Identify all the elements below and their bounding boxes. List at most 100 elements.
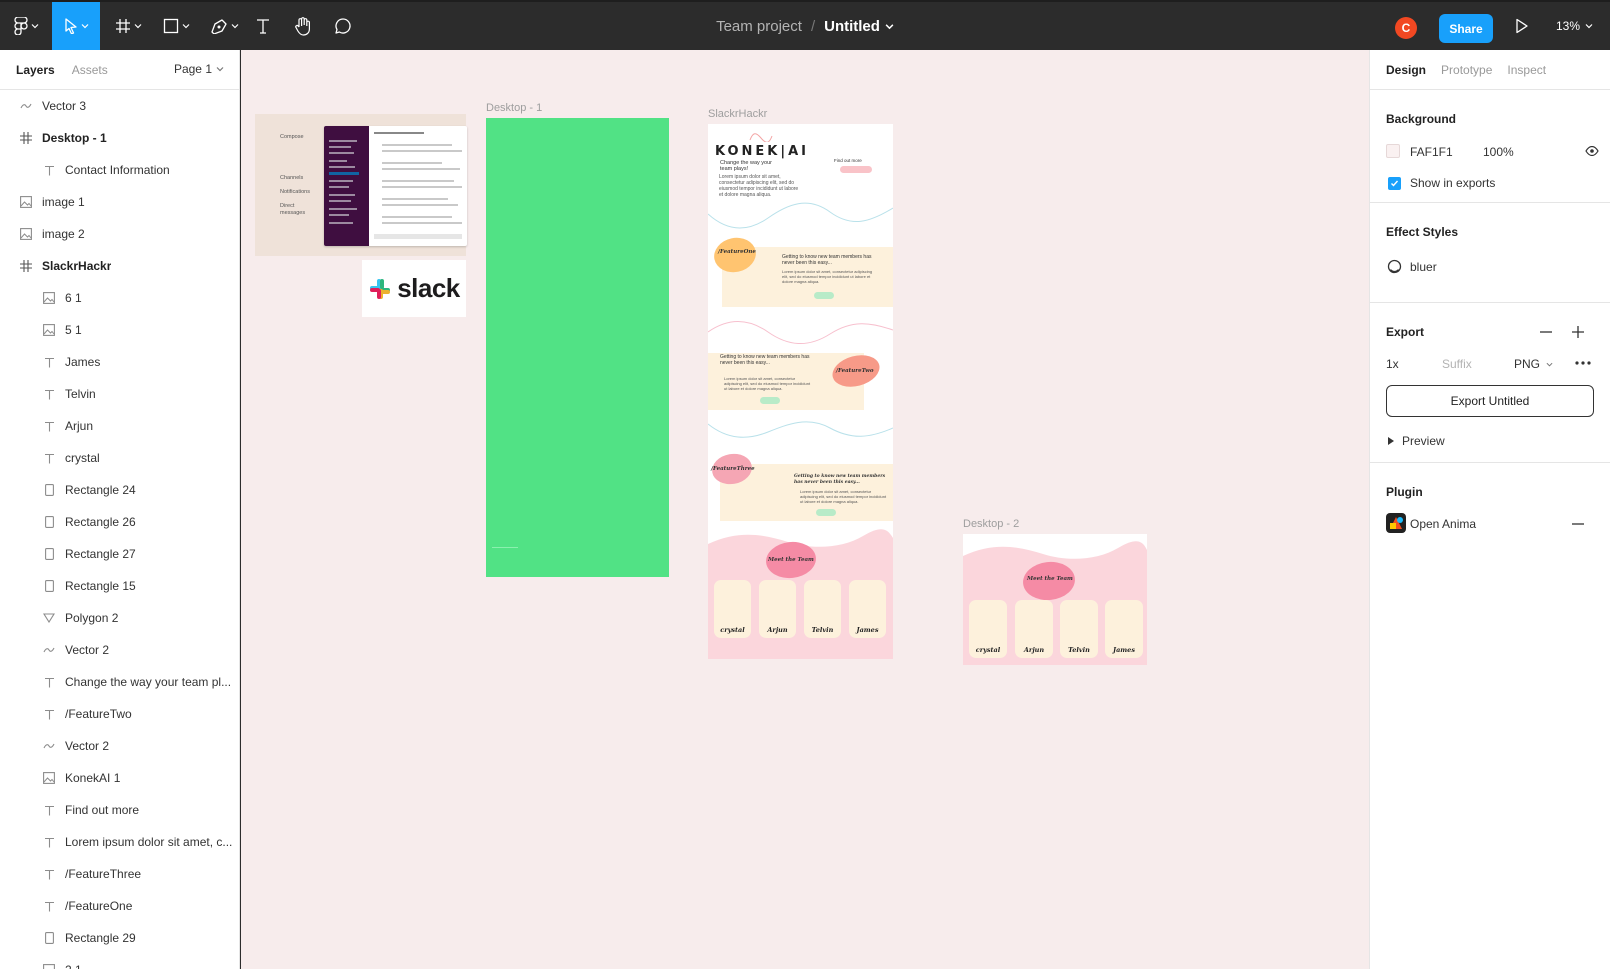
- rectangle-icon: [41, 514, 57, 530]
- show-in-exports-checkbox[interactable]: [1388, 177, 1401, 190]
- background-color-swatch[interactable]: [1386, 144, 1400, 158]
- layer-name: Change the way your team pl...: [65, 675, 232, 689]
- present-button[interactable]: [1515, 18, 1529, 37]
- layer-name: Telvin: [65, 387, 96, 401]
- move-tool-button[interactable]: [52, 2, 100, 50]
- frame-tool-button[interactable]: [108, 2, 148, 50]
- frame-desktop-2[interactable]: Meet the Team crystal Arjun Telvin James: [963, 534, 1147, 665]
- layer-name: image 1: [42, 195, 85, 209]
- tab-prototype[interactable]: Prototype: [1441, 63, 1492, 77]
- feature-three-lorem: Lorem ipsum dolor sit amet, consectetur …: [800, 489, 887, 504]
- polygon-icon: [41, 610, 57, 626]
- background-opacity-input[interactable]: 100%: [1483, 145, 1514, 159]
- rectangle-icon: [41, 578, 57, 594]
- layer-row[interactable]: crystal: [0, 442, 239, 474]
- frame-desktop-1[interactable]: [486, 118, 669, 577]
- layer-row[interactable]: 2 1: [0, 954, 239, 969]
- layer-row[interactable]: KonekAI 1: [0, 762, 239, 794]
- shape-tool-button[interactable]: [156, 2, 196, 50]
- zoom-menu[interactable]: 13%: [1556, 2, 1593, 50]
- minus-icon[interactable]: [1572, 523, 1584, 525]
- plugin-section: Plugin Open Anima: [1370, 463, 1610, 543]
- export-title: Export: [1386, 325, 1425, 339]
- layer-row[interactable]: Telvin: [0, 378, 239, 410]
- frame-slackrhackr[interactable]: KONEK|AI Change the way your team plays!…: [708, 124, 893, 659]
- layer-row[interactable]: /FeatureThree: [0, 858, 239, 890]
- layer-row[interactable]: 5 1: [0, 314, 239, 346]
- layers-panel: Layers Assets Page 1 Vector 3 Desktop - 1…: [0, 50, 240, 969]
- layer-name: Vector 2: [65, 643, 110, 657]
- share-button[interactable]: Share: [1439, 14, 1493, 43]
- plugin-open-anima[interactable]: Open Anima: [1410, 517, 1476, 531]
- layer-row[interactable]: Rectangle 29: [0, 922, 239, 954]
- layer-row[interactable]: 6 1: [0, 282, 239, 314]
- layer-row[interactable]: Find out more: [0, 794, 239, 826]
- plus-icon[interactable]: [1572, 326, 1584, 338]
- comment-tool-button[interactable]: [330, 2, 356, 50]
- layer-row[interactable]: Vector 2: [0, 730, 239, 762]
- tab-design[interactable]: Design: [1386, 63, 1426, 77]
- play-icon: [1516, 18, 1528, 34]
- tab-layers[interactable]: Layers: [16, 63, 55, 77]
- layer-row[interactable]: image 2: [0, 218, 239, 250]
- background-hex-input[interactable]: FAF1F1: [1410, 145, 1453, 159]
- breadcrumb-file-name[interactable]: Untitled: [824, 18, 880, 35]
- layer-row[interactable]: Contact Information: [0, 154, 239, 186]
- frame-label-desktop-2[interactable]: Desktop - 2: [963, 518, 1019, 530]
- rectangle-icon: [41, 546, 57, 562]
- team-card-telvin: Telvin: [1060, 600, 1098, 658]
- page-selector[interactable]: Page 1: [174, 62, 224, 76]
- main-menu-button[interactable]: [6, 2, 46, 50]
- effect-style-bluer[interactable]: bluer: [1410, 260, 1437, 274]
- tab-assets[interactable]: Assets: [72, 63, 108, 77]
- export-format-select[interactable]: PNG: [1514, 357, 1553, 371]
- frame-label-desktop-1[interactable]: Desktop - 1: [486, 102, 542, 114]
- layer-row[interactable]: Rectangle 27: [0, 538, 239, 570]
- layer-row[interactable]: Rectangle 24: [0, 474, 239, 506]
- frame-label-slackrhackr[interactable]: SlackrHackr: [708, 108, 767, 120]
- layer-row[interactable]: /FeatureTwo: [0, 698, 239, 730]
- layer-row[interactable]: Polygon 2: [0, 602, 239, 634]
- layer-row[interactable]: Vector 2: [0, 634, 239, 666]
- layer-row[interactable]: image 1: [0, 186, 239, 218]
- layer-name: Desktop - 1: [42, 131, 107, 145]
- design-canvas[interactable]: Compose Channels Notifications Direct me…: [241, 50, 1369, 969]
- user-avatar[interactable]: C: [1395, 17, 1417, 39]
- pen-tool-button[interactable]: [204, 2, 244, 50]
- slack-screenshot-image[interactable]: Compose Channels Notifications Direct me…: [255, 114, 467, 256]
- caret-right-icon[interactable]: [1388, 437, 1394, 445]
- layer-row[interactable]: Rectangle 15: [0, 570, 239, 602]
- export-scale-select[interactable]: 1x: [1386, 357, 1399, 371]
- vector-icon: [18, 98, 34, 114]
- text-icon: [41, 866, 57, 882]
- breadcrumb-team[interactable]: Team project: [716, 18, 802, 35]
- layer-row[interactable]: James: [0, 346, 239, 378]
- layer-row[interactable]: Desktop - 1: [0, 122, 239, 154]
- find-out-more-button[interactable]: [840, 166, 872, 173]
- text-tool-button[interactable]: [252, 2, 274, 50]
- feature-one-pill: [814, 292, 834, 299]
- layer-row[interactable]: Arjun: [0, 410, 239, 442]
- layer-row[interactable]: Rectangle 26: [0, 506, 239, 538]
- vector-icon: [41, 738, 57, 754]
- layer-name: image 2: [42, 227, 85, 241]
- more-options-icon[interactable]: [1575, 361, 1591, 365]
- preview-toggle[interactable]: Preview: [1402, 434, 1445, 448]
- layer-row[interactable]: Vector 3: [0, 90, 239, 122]
- layer-row[interactable]: Lorem ipsum dolor sit amet, c...: [0, 826, 239, 858]
- slack-logo-image[interactable]: slack: [362, 260, 466, 317]
- layer-name: /FeatureTwo: [65, 707, 132, 721]
- hand-tool-button[interactable]: [290, 2, 316, 50]
- chevron-down-icon[interactable]: [885, 22, 894, 31]
- export-suffix-input[interactable]: Suffix: [1442, 357, 1472, 371]
- minus-icon[interactable]: [1540, 331, 1552, 333]
- layer-row[interactable]: Change the way your team pl...: [0, 666, 239, 698]
- rectangle-icon: [41, 930, 57, 946]
- image-icon: [41, 770, 57, 786]
- layer-row[interactable]: SlackrHackr: [0, 250, 239, 282]
- export-button[interactable]: Export Untitled: [1386, 385, 1594, 417]
- vector-icon: [41, 642, 57, 658]
- layer-row[interactable]: /FeatureOne: [0, 890, 239, 922]
- tab-inspect[interactable]: Inspect: [1507, 63, 1546, 77]
- eye-icon[interactable]: [1585, 146, 1599, 156]
